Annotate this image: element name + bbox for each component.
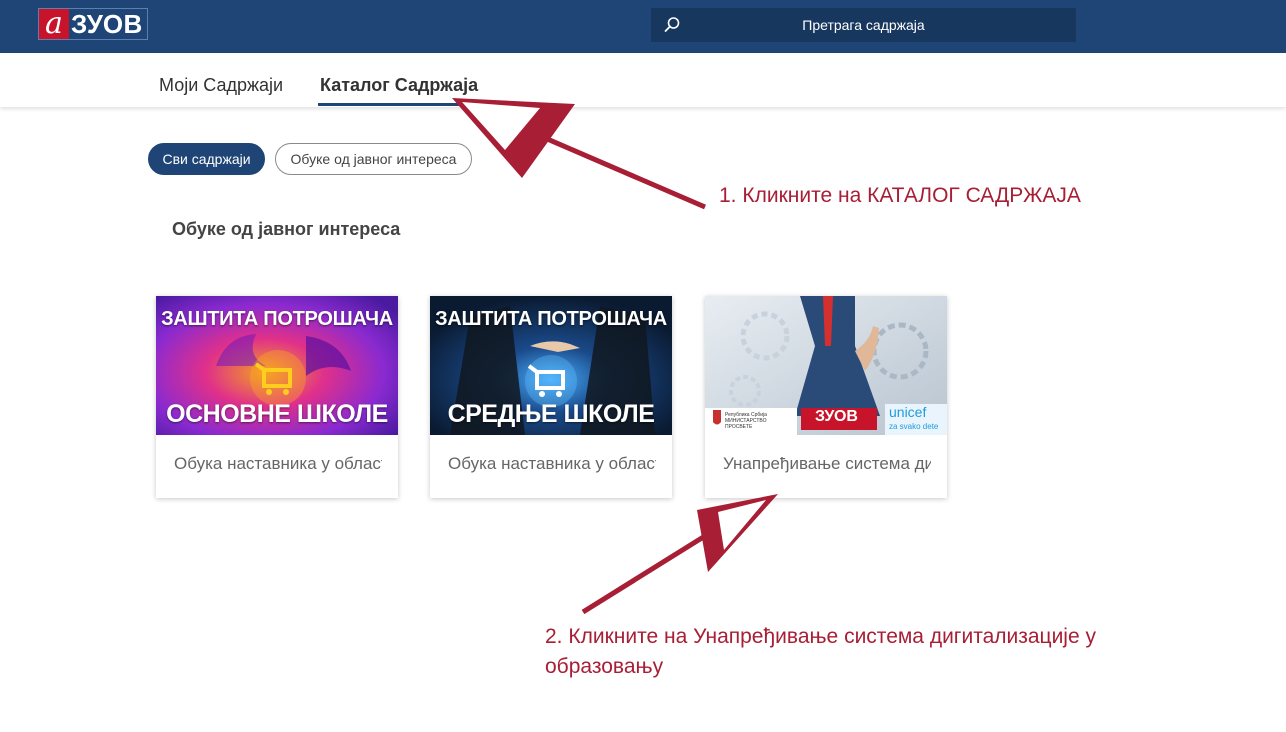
tab-bar: Моји Садржаји Каталог Садржаја: [0, 53, 1286, 107]
filter-public-interest[interactable]: Обуке од јавног интереса: [275, 143, 472, 175]
unicef-tagline: za svako dete: [889, 422, 939, 431]
search-box[interactable]: Претрага садржаја: [651, 8, 1076, 42]
course-card-title[interactable]: Обука наставника у области заштите потро…: [448, 454, 656, 474]
course-card[interactable]: ЗАШТИТА ПОТРОШАЧА ОСНОВНЕ ШКОЛЕ Обука на…: [156, 296, 398, 498]
filter-all-content[interactable]: Сви садржаји: [148, 143, 265, 175]
image-title-bottom: СРЕДЊЕ ШКОЛЕ: [447, 400, 655, 428]
course-card-title[interactable]: Обука наставника у области заштите потро…: [174, 454, 382, 474]
top-bar: а ЗУОВ Претрага садржаја: [0, 0, 1286, 53]
unicef-logo: unicef: [889, 404, 927, 420]
course-card-image[interactable]: ЗАШТИТА ПОТРОШАЧА СРЕДЊЕ ШКОЛЕ: [430, 296, 672, 435]
image-title-top: ЗАШТИТА ПОТРОШАЧА: [161, 308, 393, 330]
course-card[interactable]: ЗАШТИТА ПОТРОШАЧА СРЕДЊЕ ШКОЛЕ Обука нас…: [430, 296, 672, 498]
search-input[interactable]: Претрага садржаја: [651, 17, 1076, 33]
course-card-title[interactable]: Унапређивање система дигитализације у об…: [723, 454, 931, 474]
annotation-step-1: 1. Кликните на КАТАЛОГ САДРЖАЈА: [719, 184, 1081, 207]
tab-content-catalog[interactable]: Каталог Садржаја: [320, 75, 478, 96]
zuov-logo[interactable]: а ЗУОВ: [38, 8, 148, 40]
active-tab-indicator: [318, 103, 470, 106]
image-title-top: ЗАШТИТА ПОТРОШАЧА: [435, 308, 667, 330]
logo-letter: а: [39, 9, 69, 39]
arrow-to-catalog: [452, 98, 706, 210]
course-card-digitalization[interactable]: Република Србија МИНИСТАРСТВО ПРОСВЕТЕ З…: [705, 296, 947, 498]
zuov-image-logo: ЗУОВ: [815, 408, 858, 425]
course-card-image[interactable]: Република Србија МИНИСТАРСТВО ПРОСВЕТЕ З…: [705, 296, 947, 435]
arrow-to-digitalization-card: [581, 494, 778, 615]
search-icon[interactable]: [663, 16, 681, 34]
ministry-logo-text: Република Србија МИНИСТАРСТВО ПРОСВЕТЕ: [725, 412, 767, 430]
annotation-step-2: 2. Кликните на Унапређивање система диги…: [545, 625, 1096, 678]
image-title-bottom: ОСНОВНЕ ШКОЛЕ: [166, 400, 388, 428]
course-card-image[interactable]: ЗАШТИТА ПОТРОШАЧА ОСНОВНЕ ШКОЛЕ: [156, 296, 398, 435]
logo-text: ЗУОВ: [69, 9, 147, 39]
section-title: Обуке од јавног интереса: [172, 219, 401, 239]
tab-my-content[interactable]: Моји Садржаји: [159, 75, 283, 96]
